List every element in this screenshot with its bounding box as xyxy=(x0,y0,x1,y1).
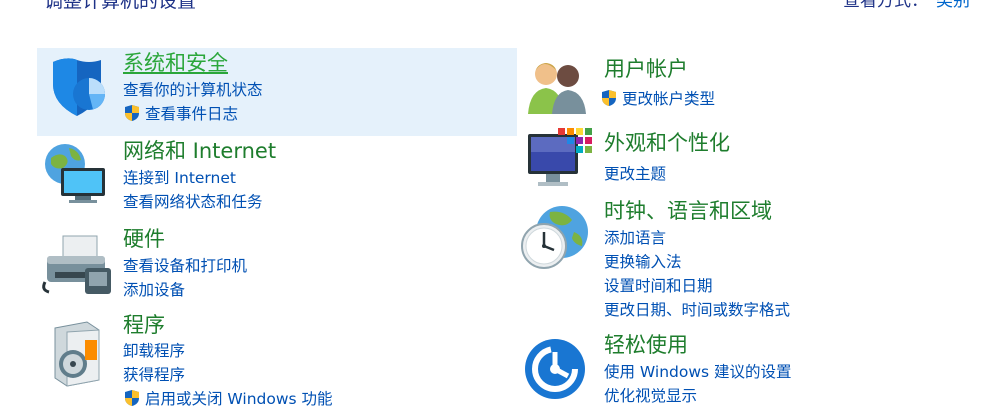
printer-icon xyxy=(41,232,113,300)
link-change-account-type[interactable]: 更改帐户类型 xyxy=(600,86,715,110)
link-view-event-logs[interactable]: 查看事件日志 xyxy=(123,101,263,125)
link-set-time-date[interactable]: 设置时间和日期 xyxy=(604,273,790,297)
category-user-accounts[interactable]: 用户帐户 更改帐户类型 xyxy=(518,48,988,120)
display-icon xyxy=(524,126,594,192)
uac-shield-icon xyxy=(602,90,616,106)
link-get-programs[interactable]: 获得程序 xyxy=(123,362,333,386)
clock-globe-icon xyxy=(520,202,592,274)
link-text: 卸载程序 xyxy=(123,342,186,360)
category-title[interactable]: 程序 xyxy=(123,312,165,338)
view-by: 查看方式： 类别 xyxy=(843,0,970,11)
uac-shield-icon xyxy=(125,390,139,406)
programs-icon xyxy=(47,318,111,388)
users-icon xyxy=(524,56,592,116)
link-network-status[interactable]: 查看网络状态和任务 xyxy=(123,189,263,213)
category-appearance[interactable]: 外观和个性化 更改主题 xyxy=(518,122,988,192)
link-windows-features[interactable]: 启用或关闭 Windows 功能 xyxy=(123,386,333,410)
category-clock-region[interactable]: 时钟、语言和区域 添加语言 更换输入法 设置时间和日期 更改日期、时间或数字格式 xyxy=(518,196,988,324)
link-text: 启用或关闭 Windows 功能 xyxy=(145,390,333,408)
link-change-formats[interactable]: 更改日期、时间或数字格式 xyxy=(604,297,790,321)
link-connect-internet[interactable]: 连接到 Internet xyxy=(123,165,263,189)
link-text: 查看网络状态和任务 xyxy=(123,193,263,211)
link-text: 查看事件日志 xyxy=(145,105,239,123)
link-text: 优化视觉显示 xyxy=(604,387,698,405)
link-change-theme[interactable]: 更改主题 xyxy=(604,161,666,185)
link-text: 查看设备和打印机 xyxy=(123,257,248,275)
link-text: 获得程序 xyxy=(123,366,186,384)
shield-icon xyxy=(45,54,109,118)
category-title[interactable]: 网络和 Internet xyxy=(123,138,276,164)
category-hardware[interactable]: 硬件 查看设备和打印机 添加设备 xyxy=(37,224,517,312)
link-text: 添加语言 xyxy=(604,229,667,247)
link-text: 更换输入法 xyxy=(604,253,682,271)
link-text: 更改主题 xyxy=(604,165,667,183)
link-uninstall-program[interactable]: 卸载程序 xyxy=(123,338,333,362)
link-recommended-settings[interactable]: 使用 Windows 建议的设置 xyxy=(604,359,792,383)
link-text: 更改日期、时间或数字格式 xyxy=(604,301,791,319)
link-text: 设置时间和日期 xyxy=(604,277,713,295)
link-optimize-display[interactable]: 优化视觉显示 xyxy=(604,383,792,407)
link-change-input-method[interactable]: 更换输入法 xyxy=(604,249,790,273)
category-programs[interactable]: 程序 卸载程序 获得程序 启用或关闭 Windows 功能 xyxy=(37,312,517,408)
link-add-language[interactable]: 添加语言 xyxy=(604,225,790,249)
view-by-dropdown[interactable]: 类别 xyxy=(936,0,970,11)
category-system-security[interactable]: 系统和安全 查看你的计算机状态 查看事件日志 xyxy=(37,48,517,136)
network-globe-icon xyxy=(41,140,113,212)
link-text: 查看你的计算机状态 xyxy=(123,81,263,99)
category-title[interactable]: 系统和安全 xyxy=(123,50,228,76)
category-title[interactable]: 轻松使用 xyxy=(604,332,688,358)
uac-shield-icon xyxy=(125,105,139,121)
category-ease-of-access[interactable]: 轻松使用 使用 Windows 建议的设置 优化视觉显示 xyxy=(518,330,988,405)
link-text: 添加设备 xyxy=(123,281,186,299)
link-devices-printers[interactable]: 查看设备和打印机 xyxy=(123,253,247,277)
link-text: 更改帐户类型 xyxy=(622,90,716,108)
category-title[interactable]: 硬件 xyxy=(123,226,165,252)
view-by-label: 查看方式： xyxy=(843,0,928,11)
category-title[interactable]: 时钟、语言和区域 xyxy=(604,198,772,224)
category-network-internet[interactable]: 网络和 Internet 连接到 Internet 查看网络状态和任务 xyxy=(37,136,517,224)
link-text: 使用 Windows 建议的设置 xyxy=(604,363,792,381)
link-text: 连接到 Internet xyxy=(123,169,236,187)
ease-of-access-icon xyxy=(524,338,586,400)
link-add-device[interactable]: 添加设备 xyxy=(123,277,247,301)
link-view-computer-status[interactable]: 查看你的计算机状态 xyxy=(123,77,263,101)
category-title[interactable]: 外观和个性化 xyxy=(604,130,730,156)
category-title[interactable]: 用户帐户 xyxy=(604,56,688,82)
page-title: 调整计算机的设置 xyxy=(44,0,197,12)
